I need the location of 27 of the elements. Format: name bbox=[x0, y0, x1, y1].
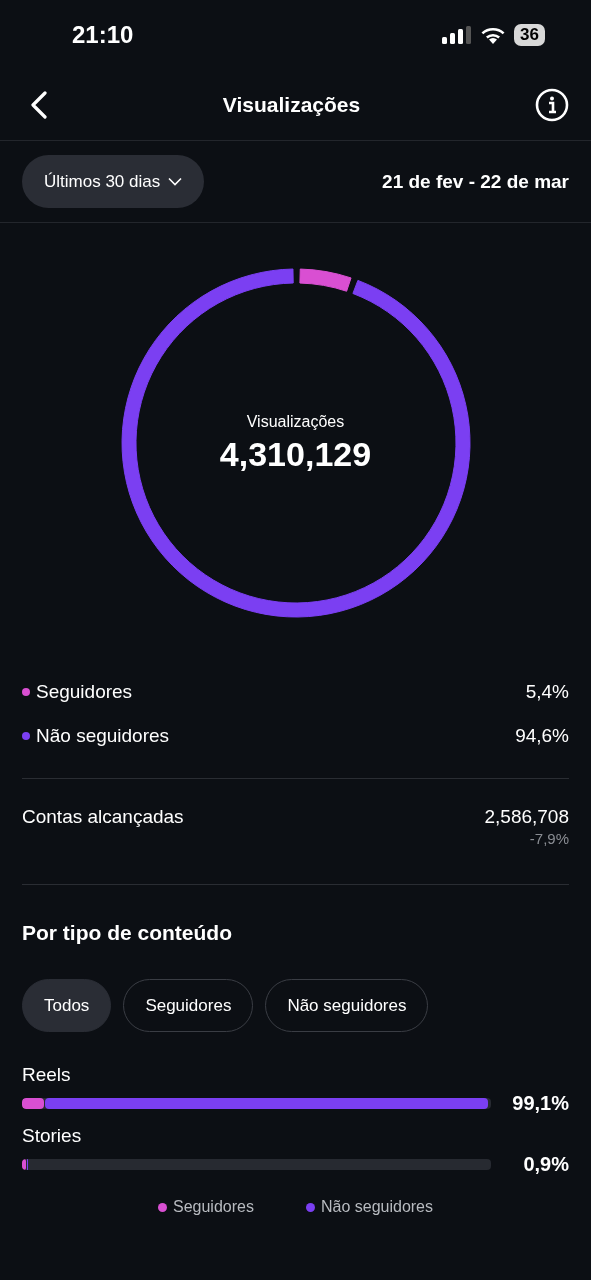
battery-indicator: 36 bbox=[514, 24, 545, 46]
chevron-down-icon bbox=[168, 177, 183, 186]
section-heading: Por tipo de conteúdo bbox=[22, 921, 233, 945]
info-button[interactable] bbox=[535, 88, 569, 122]
reach-label: Contas alcançadas bbox=[22, 806, 184, 829]
total-value: 4,310,129 bbox=[219, 434, 372, 474]
status-time: 21:10 bbox=[72, 21, 134, 49]
reach-change: -7,9% bbox=[529, 830, 569, 847]
legend-label: Seguidores bbox=[36, 681, 134, 703]
reach-value: 2,586,708 bbox=[484, 806, 569, 828]
legend-value: 94,6% bbox=[515, 725, 569, 747]
total-label: Visualizações bbox=[246, 412, 345, 431]
content-label: Reels bbox=[22, 1064, 72, 1086]
period-dropdown[interactable]: Últimos 30 dias bbox=[22, 155, 205, 208]
content-value: 99,1% bbox=[511, 1092, 569, 1115]
content-value: 0,9% bbox=[522, 1153, 569, 1176]
date-range: 21 de fev - 22 de mar bbox=[382, 170, 569, 193]
legend-label: Não seguidores bbox=[320, 1198, 433, 1216]
legend-value: 5,4% bbox=[525, 681, 569, 703]
legend-label: Seguidores bbox=[173, 1198, 254, 1216]
wifi-icon bbox=[481, 26, 506, 44]
legend-label: Não seguidores bbox=[36, 725, 171, 747]
content-label: Stories bbox=[22, 1125, 83, 1147]
signal-icon bbox=[442, 26, 473, 44]
page-title: Visualizações bbox=[222, 93, 361, 117]
filter-chip[interactable]: Todos bbox=[22, 979, 112, 1032]
back-button[interactable] bbox=[30, 91, 48, 119]
